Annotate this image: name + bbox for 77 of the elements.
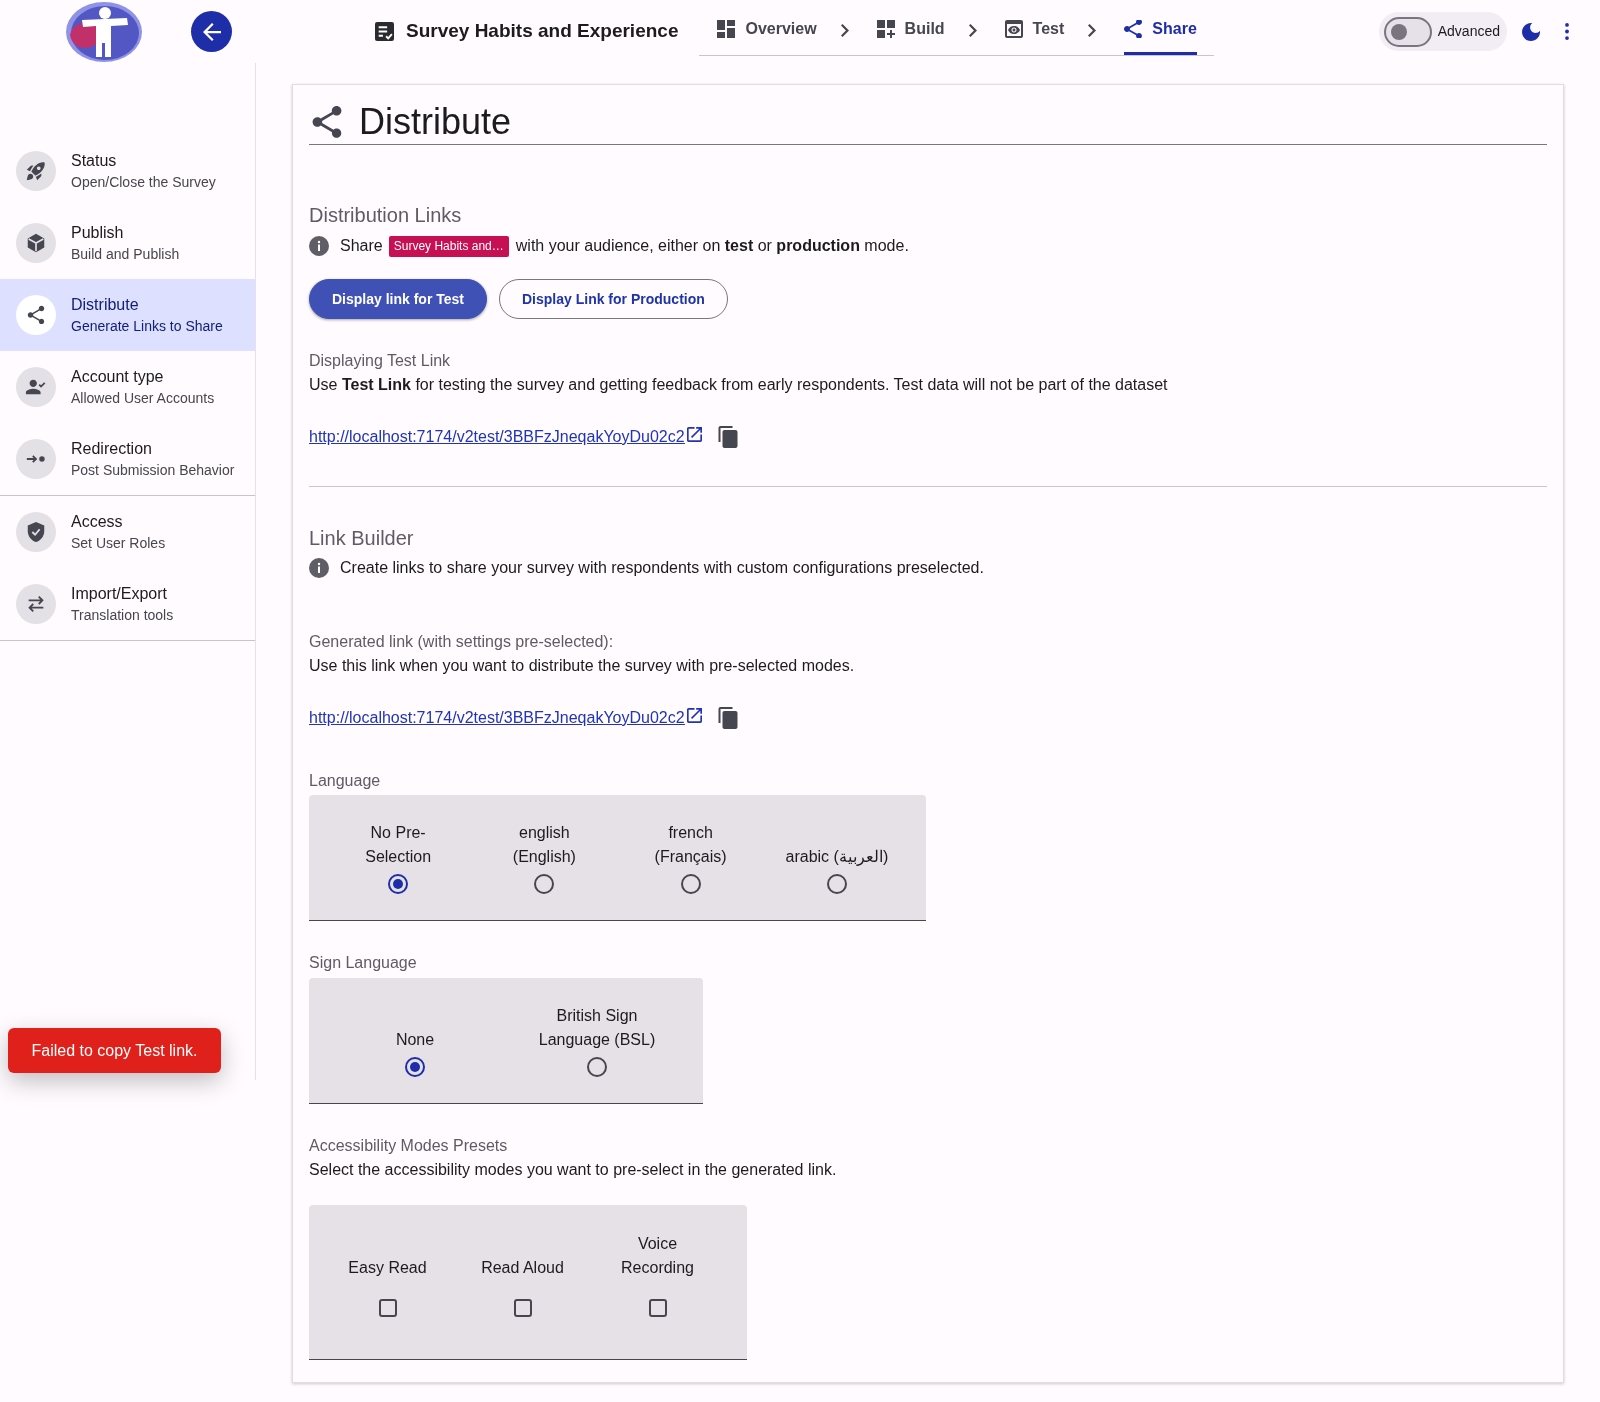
option-label: Read Aloud (481, 1258, 564, 1278)
option-label: arabic (العربية) (785, 847, 889, 868)
option-label: Easy Read (348, 1258, 427, 1278)
chevron-right-icon (840, 24, 849, 37)
option-label: None (395, 1030, 435, 1050)
field-label: Sign Language (309, 953, 418, 973)
share-icon (1124, 20, 1143, 38)
sidebar-item[interactable]: Account type Allowed User Accounts (0, 351, 255, 423)
shield-check-icon (16, 512, 56, 552)
survey-link[interactable]: http://localhost:7174/v2test/3BBFzJneqakYoyDu02c2 (309, 706, 702, 730)
chevron-right-icon (1088, 24, 1097, 37)
checkbox[interactable] (378, 1299, 397, 1317)
display-link-button[interactable]: Display link for Test (309, 279, 487, 319)
share-icon (16, 295, 56, 335)
info-text: with your audience, either on test or production mode. (515, 236, 909, 256)
copy-icon[interactable] (717, 707, 738, 729)
field-label: Accessibility Modes Presets (309, 1136, 509, 1156)
nav-tab[interactable]: Share (1124, 0, 1197, 55)
info-icon (309, 558, 329, 578)
radio-button[interactable] (680, 874, 701, 894)
checkbox[interactable] (648, 1299, 667, 1317)
field-label: Language (309, 771, 382, 791)
radio-button[interactable] (534, 874, 555, 894)
rocket-icon (16, 151, 56, 191)
sidebar-item[interactable]: Publish Build and Publish (0, 207, 255, 279)
option-label: Voice Recording (620, 1234, 695, 1278)
description-text: Use Test Link for testing the survey and getting feedback from early respondents. Test data will not be part of the dataset (309, 375, 1169, 395)
info-icon (309, 236, 329, 256)
sidebar-item[interactable]: Status Open/Close the Survey (0, 135, 255, 207)
checklist-icon (375, 22, 394, 41)
page-title: Distribute (359, 99, 512, 144)
survey-link[interactable]: http://localhost:7174/v2test/3BBFzJneqakYoyDu02c2 (309, 425, 702, 449)
cube-icon (16, 223, 56, 263)
toggle-switch[interactable] (1383, 16, 1432, 47)
eye-window-icon (1004, 20, 1023, 38)
chevron-right-icon (968, 24, 977, 37)
error-toast: Failed to copy Test link. (8, 1028, 221, 1073)
radio-button[interactable] (587, 1057, 607, 1077)
external-link-icon (686, 708, 702, 723)
copy-icon[interactable] (717, 426, 738, 448)
sidebar-item[interactable]: Redirection Post Submission Behavior (0, 423, 255, 495)
option-label: No Pre-Selection (364, 823, 433, 867)
section-title: Distribution Links (309, 203, 463, 228)
swap-arrows-icon (16, 584, 56, 624)
nav-tab[interactable]: Overview (717, 0, 817, 55)
share-icon (312, 105, 342, 138)
arrow-left-icon (202, 22, 221, 41)
dashboard-icon (717, 20, 736, 38)
section-subtitle: Displaying Test Link (309, 351, 452, 371)
section-title: Link Builder (309, 526, 415, 551)
radio-button[interactable] (405, 1057, 425, 1077)
person-check-icon (16, 367, 56, 407)
more-options-icon[interactable] (1565, 23, 1569, 40)
external-link-icon (686, 427, 702, 442)
option-label: french (Français) (653, 823, 728, 867)
radio-button[interactable] (826, 874, 847, 894)
info-text: Share (340, 236, 383, 256)
section-subtitle: Generated link (with settings pre-selected): (309, 632, 615, 652)
checkbox[interactable] (513, 1299, 532, 1317)
back-button[interactable] (191, 11, 232, 52)
logo-icon (65, 0, 143, 63)
sidebar-item[interactable]: Distribute Generate Links to Share (0, 279, 255, 351)
advanced-toggle[interactable]: Advanced (1378, 12, 1507, 51)
survey-name-chip: Survey Habits and… (388, 235, 509, 257)
sidebar-item[interactable]: Access Set User Roles (0, 496, 255, 568)
option-label: english (English) (511, 823, 577, 867)
nav-tab[interactable]: Test (1004, 0, 1065, 55)
moon-icon[interactable] (1522, 22, 1540, 41)
grid-plus-icon (876, 20, 895, 38)
radio-button[interactable] (388, 874, 409, 894)
nav-tab[interactable]: Build (876, 0, 945, 55)
info-text: Create links to share your survey with respondents with custom configurations preselected. (340, 558, 984, 578)
sidebar-item[interactable]: Import/Export Translation tools (0, 568, 255, 640)
description-text: Select the accessibility modes you want to pre-select in the generated link. (309, 1160, 838, 1180)
app-title: Survey Habits and Experience (406, 19, 679, 44)
description-text: Use this link when you want to distribute the survey with pre-selected modes. (309, 656, 856, 676)
option-label: British Sign Language (BSL) (537, 1006, 657, 1050)
